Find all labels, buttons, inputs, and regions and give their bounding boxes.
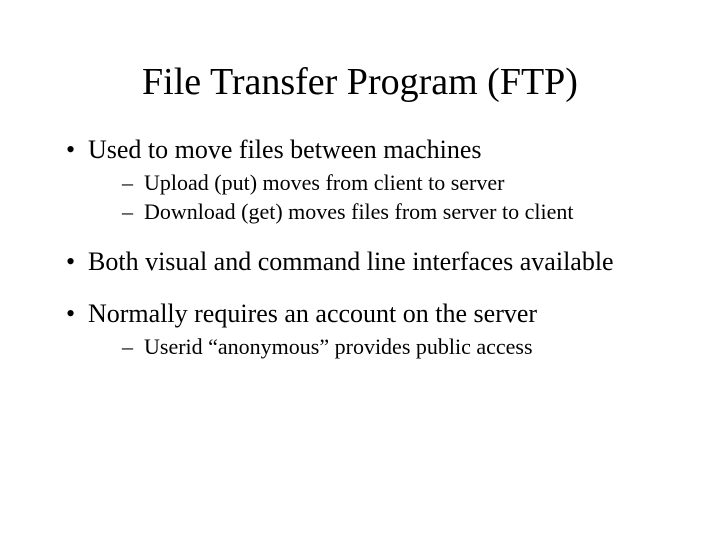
bullet-list: Used to move files between machines Uplo… bbox=[60, 134, 660, 360]
sub-bullet-list: Upload (put) moves from client to server… bbox=[88, 169, 660, 226]
slide: File Transfer Program (FTP) Used to move… bbox=[0, 0, 720, 540]
bullet-text: Normally requires an account on the serv… bbox=[88, 299, 537, 328]
bullet-item: Normally requires an account on the serv… bbox=[60, 298, 660, 360]
bullet-item: Used to move files between machines Uplo… bbox=[60, 134, 660, 226]
bullet-text: Both visual and command line interfaces … bbox=[88, 247, 614, 276]
bullet-item: Both visual and command line interfaces … bbox=[60, 246, 660, 279]
sub-bullet-list: Userid “anonymous” provides public acces… bbox=[88, 333, 660, 361]
slide-title: File Transfer Program (FTP) bbox=[60, 60, 660, 104]
sub-bullet-item: Userid “anonymous” provides public acces… bbox=[88, 333, 660, 361]
bullet-text: Used to move files between machines bbox=[88, 135, 482, 164]
sub-bullet-item: Download (get) moves files from server t… bbox=[88, 198, 660, 226]
sub-bullet-item: Upload (put) moves from client to server bbox=[88, 169, 660, 197]
